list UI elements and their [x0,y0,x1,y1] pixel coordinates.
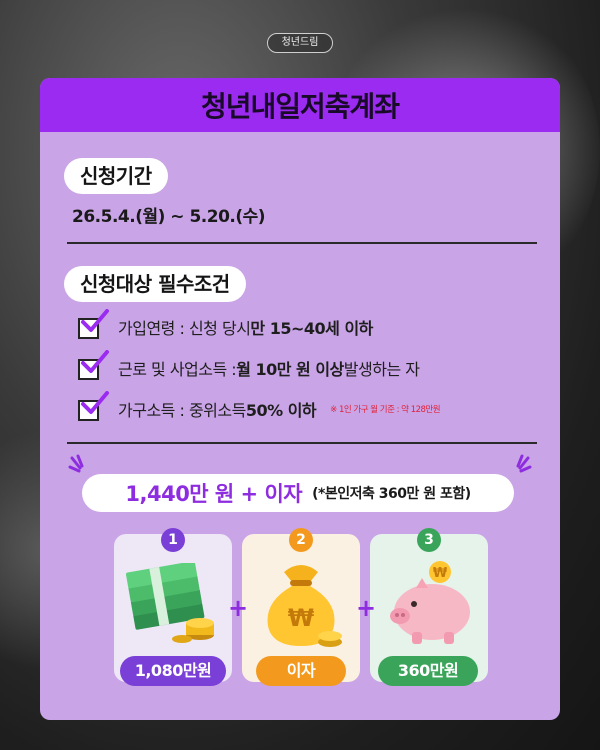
svg-text:₩: ₩ [288,604,315,632]
amount-label-own-savings: 360만원 [378,656,478,686]
requirement-item: 가구소득 : 중위소득 50% 이하 ※ 1인 가구 월 기준 : 약 128만… [78,391,441,421]
card-header: 청년내일저축계좌 [40,78,560,132]
amount-label-interest: 이자 [256,656,346,686]
requirements-heading: 신청대상 필수조건 [64,266,246,302]
requirement-highlight: 월 10만 원 이상 [236,360,344,379]
requirement-highlight: 50% 이하 [245,401,317,420]
requirement-tail: 발생하는 자 [343,360,420,379]
requirement-item: 근로 및 사업소득 : 월 10만 원 이상 발생하는 자 [78,350,420,380]
step-number: 1 [161,528,185,552]
amount-label-savings: 1,080만원 [120,656,226,686]
requirement-label: 가입연령 : 신청 당시 [118,319,251,338]
checkbox-checked-icon [78,350,109,380]
requirement-note: ※ 1인 가구 월 기준 : 약 128만원 [330,405,441,415]
sparkle-icon [516,454,532,473]
total-amount-pill: 1,440만 원 + 이자 (*본인저축 360만 원 포함) [82,474,514,512]
step-number: 2 [289,528,313,552]
requirement-label: 가구소득 : 중위소득 [118,401,246,420]
page: 청년드림 청년내일저축계좌 신청기간 26.5.4.(월) ~ 5.20.(수)… [0,0,600,750]
svg-text:₩: ₩ [433,566,448,581]
sparkle-icon [68,454,84,473]
plus-sign: + [228,594,249,622]
plus-sign: + [356,594,377,622]
total-note: (*본인저축 360만 원 포함) [312,486,471,502]
step-number: 3 [417,528,441,552]
divider [67,442,537,444]
total-amount: 1,440만 원 + 이자 [125,482,303,506]
piggy-bank-icon: ₩ [390,561,470,644]
requirement-label: 근로 및 사업소득 : [118,360,237,379]
page-title: 청년내일저축계좌 [200,90,400,123]
money-bag-icon: ₩ [267,565,342,647]
requirement-highlight: 만 15~40세 이하 [250,319,373,338]
checkbox-checked-icon [78,309,109,339]
checkbox-checked-icon [78,391,109,421]
divider [67,242,537,244]
info-card: 청년내일저축계좌 신청기간 26.5.4.(월) ~ 5.20.(수) 신청대상… [40,78,560,720]
brand-badge: 청년드림 [267,33,333,53]
period-value: 26.5.4.(월) ~ 5.20.(수) [72,207,266,227]
period-heading: 신청기간 [64,158,168,194]
requirement-item: 가입연령 : 신청 당시 만 15~40세 이하 [78,309,373,339]
cash-stack-icon [126,563,214,643]
